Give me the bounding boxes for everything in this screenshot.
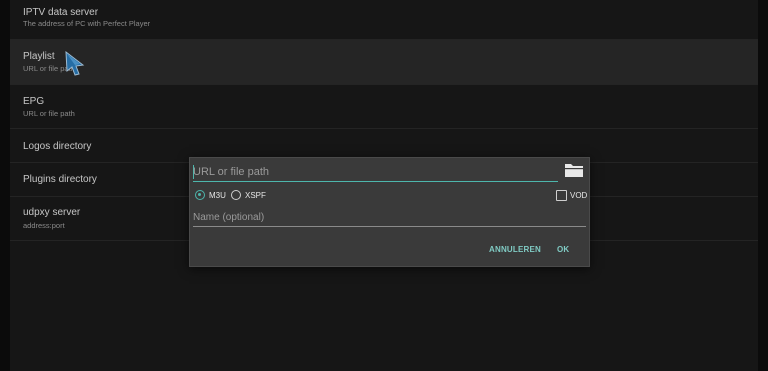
ok-button[interactable]: OK: [557, 245, 569, 254]
left-edge: [0, 0, 10, 371]
url-input-placeholder: URL or file path: [193, 166, 270, 178]
right-edge: [758, 0, 768, 371]
vod-checkbox[interactable]: [556, 190, 567, 201]
m3u-label: M3U: [209, 191, 226, 200]
screen: IPTV data server The address of PC with …: [0, 0, 768, 371]
m3u-radio[interactable]: [195, 190, 205, 200]
vod-label: VOD: [570, 191, 588, 200]
url-input[interactable]: URL or file path: [193, 163, 558, 182]
name-input[interactable]: Name (optional): [193, 209, 586, 227]
cancel-button[interactable]: ANNULEREN: [489, 245, 541, 254]
name-input-placeholder: Name (optional): [193, 212, 265, 223]
xspf-label: XSPF: [245, 191, 266, 200]
xspf-radio[interactable]: [231, 190, 241, 200]
folder-icon[interactable]: [564, 162, 584, 178]
add-playlist-dialog: URL or file path M3U XSPF VOD Name (opti…: [189, 157, 590, 267]
